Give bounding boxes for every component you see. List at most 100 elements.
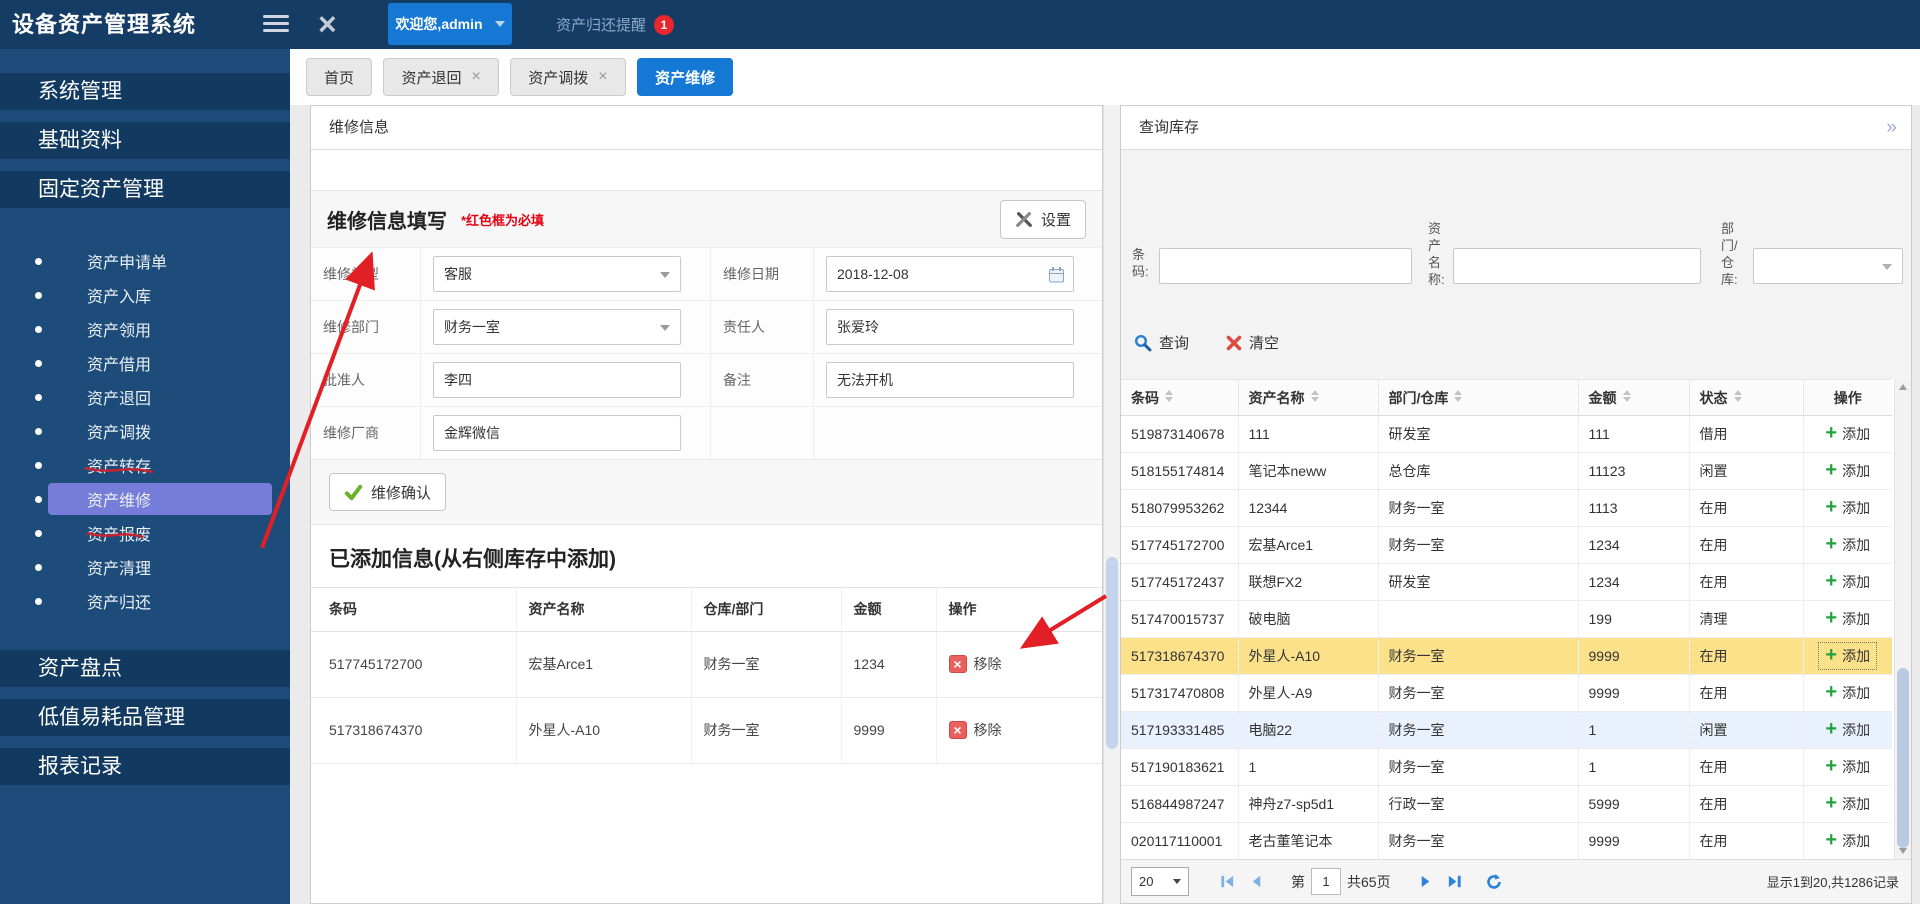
sort-icon[interactable] [1454, 389, 1463, 402]
inventory-table-row[interactable]: 518155174814 笔记本neww 总仓库 11123 闲置 + 添加 [1121, 452, 1892, 490]
sort-icon[interactable] [1622, 389, 1631, 402]
inv-col-status[interactable]: 状态 [1689, 379, 1804, 416]
remove-button[interactable]: × 移除 [948, 654, 1002, 674]
sidebar-item-asset-repair[interactable]: 资产维修 [0, 482, 290, 516]
query-button[interactable]: 查询 [1134, 332, 1189, 353]
sidebar-section-fixed-assets[interactable]: 固定资产管理 [0, 171, 290, 208]
sidebar-item-asset-return-goods[interactable]: 资产退回 [0, 380, 290, 414]
scroll-up-icon[interactable] [1899, 384, 1907, 390]
required-note: *红色框为必填 [461, 212, 545, 228]
main-vertical-scrollbar[interactable] [1103, 105, 1120, 904]
cell-dept: 研发室 [1378, 563, 1579, 601]
sidebar-item-asset-giveback[interactable]: 资产归还 [0, 584, 290, 618]
repair-type-select[interactable]: 客服 [433, 256, 681, 292]
inventory-table-row[interactable]: 517745172437 联想FX2 研发室 1234 在用 + 添加 [1121, 563, 1892, 601]
remove-button[interactable]: × 移除 [948, 720, 1002, 740]
sidebar-section-stocktake[interactable]: 资产盘点 [0, 650, 290, 687]
sidebar-item-asset-store[interactable]: 资产转存 [0, 448, 290, 482]
tab-close-icon[interactable]: × [471, 69, 480, 85]
inventory-table-row[interactable]: 516844987247 神舟z7-sp5d1 行政一室 5999 在用 + 添加 [1121, 785, 1892, 823]
dept-warehouse-select[interactable] [1753, 248, 1903, 284]
asset-name-input[interactable] [1453, 248, 1701, 284]
sort-icon[interactable] [1733, 389, 1742, 402]
added-col-dept: 仓库/部门 [691, 588, 842, 632]
add-button[interactable]: + 添加 [1825, 608, 1870, 629]
inv-col-name[interactable]: 资产名称 [1238, 379, 1379, 416]
add-button[interactable]: + 添加 [1825, 423, 1870, 444]
last-page-button[interactable] [1446, 873, 1463, 890]
add-button[interactable]: + 添加 [1818, 642, 1878, 670]
add-button[interactable]: + 添加 [1825, 682, 1870, 703]
add-button[interactable]: + 添加 [1825, 571, 1870, 592]
add-button[interactable]: + 添加 [1825, 460, 1870, 481]
inv-col-amount[interactable]: 金额 [1578, 379, 1690, 416]
collapse-panel-icon[interactable]: » [1886, 106, 1897, 149]
inv-col-dept[interactable]: 部门/仓库 [1378, 379, 1579, 416]
tab-close-icon[interactable]: × [598, 69, 607, 85]
content-area: 维修信息 维修信息填写 *红色框为必填 设置 维修类型 客服 维修日期 2018… [290, 105, 1920, 904]
sidebar-item-asset-inbound[interactable]: 资产入库 [0, 278, 290, 312]
inventory-table-row[interactable]: 517317470808 外星人-A9 财务一室 9999 在用 + 添加 [1121, 674, 1892, 712]
scrollbar-thumb[interactable] [1106, 557, 1118, 749]
tab-asset-repair[interactable]: 资产维修 [637, 58, 734, 96]
tab-home[interactable]: 首页 [306, 58, 373, 96]
cell-code: 517745172700 [311, 631, 517, 698]
cell-code: 517190183621 [1121, 748, 1239, 786]
remark-input[interactable]: 无法开机 [826, 362, 1074, 398]
sidebar-section-consumables[interactable]: 低值易耗品管理 [0, 699, 290, 736]
plus-icon: + [1825, 718, 1838, 740]
add-button[interactable]: + 添加 [1825, 756, 1870, 777]
user-dropdown[interactable]: 欢迎您,admin [388, 3, 512, 45]
add-button[interactable]: + 添加 [1825, 830, 1870, 851]
sidebar-item-asset-apply[interactable]: 资产申请单 [0, 244, 290, 278]
sort-icon[interactable] [1310, 389, 1319, 402]
barcode-input[interactable] [1159, 248, 1412, 284]
sidebar-section-reports[interactable]: 报表记录 [0, 748, 290, 785]
scroll-down-icon[interactable] [1899, 848, 1907, 854]
sidebar-section-system[interactable]: 系统管理 [0, 73, 290, 110]
sidebar-item-asset-scrap[interactable]: 资产报废 [0, 516, 290, 550]
responsible-input[interactable]: 张爱玲 [826, 309, 1074, 345]
repair-confirm-button[interactable]: 维修确认 [329, 473, 447, 511]
add-button[interactable]: + 添加 [1825, 793, 1870, 814]
sidebar-item-asset-clean[interactable]: 资产清理 [0, 550, 290, 584]
sidebar-section-basic[interactable]: 基础资料 [0, 122, 290, 159]
inv-col-code[interactable]: 条码 [1121, 379, 1239, 416]
inventory-table-row[interactable]: 517318674370 外星人-A10 财务一室 9999 在用 + 添加 [1121, 637, 1892, 675]
approver-input[interactable]: 李四 [433, 362, 681, 398]
add-button[interactable]: + 添加 [1825, 718, 1870, 740]
clear-button[interactable]: 清空 [1226, 332, 1279, 353]
repair-dept-select[interactable]: 财务一室 [433, 309, 681, 345]
inventory-table-row[interactable]: 517470015737 破电脑 199 清理 + 添加 [1121, 600, 1892, 638]
settings-button[interactable]: 设置 [999, 200, 1086, 239]
inventory-table-row[interactable]: 517190183621 1 财务一室 1 在用 + 添加 [1121, 748, 1892, 786]
close-icon[interactable]: × [318, 2, 337, 46]
sidebar-item-asset-transfer[interactable]: 资产调拨 [0, 414, 290, 448]
sidebar-item-asset-borrow[interactable]: 资产借用 [0, 346, 290, 380]
current-page-input[interactable]: 1 [1311, 868, 1341, 895]
first-page-button[interactable] [1219, 873, 1236, 890]
scrollbar-thumb[interactable] [1897, 668, 1909, 848]
sidebar-item-asset-receive[interactable]: 资产领用 [0, 312, 290, 346]
refresh-button[interactable] [1485, 873, 1503, 891]
inventory-table-row[interactable]: 517193331485 电脑22 财务一室 1 闲置 + 添加 [1121, 711, 1892, 749]
sort-icon[interactable] [1165, 389, 1173, 402]
next-page-button[interactable] [1417, 873, 1434, 890]
inventory-table-row[interactable]: 517745172700 宏基Arce1 财务一室 1234 在用 + 添加 [1121, 526, 1892, 564]
add-button[interactable]: + 添加 [1825, 497, 1870, 518]
menu-icon[interactable] [263, 15, 289, 35]
inventory-table-row[interactable]: 519873140678 111 研发室 111 借用 + 添加 [1121, 415, 1892, 453]
vendor-input[interactable]: 金辉微信 [433, 415, 681, 451]
tab-asset-transfer[interactable]: 资产调拨 × [510, 58, 626, 96]
repair-date-input[interactable]: 2018-12-08 [826, 256, 1074, 292]
page-size-select[interactable]: 20 [1131, 867, 1189, 896]
cell-code: 517193331485 [1121, 711, 1239, 749]
add-button[interactable]: + 添加 [1825, 534, 1870, 555]
tab-asset-return[interactable]: 资产退回 × [383, 58, 499, 96]
return-reminder-link[interactable]: 资产归还提醒 1 [556, 0, 675, 49]
inventory-table-row[interactable]: 518079953262 12344 财务一室 1113 在用 + 添加 [1121, 489, 1892, 527]
inventory-scrollbar[interactable] [1894, 379, 1911, 859]
prev-page-button[interactable] [1248, 873, 1265, 890]
inventory-table-row[interactable]: 020117110001 老古董笔记本 财务一室 9999 在用 + 添加 [1121, 822, 1892, 860]
repair-type-label: 维修类型 [311, 247, 421, 300]
